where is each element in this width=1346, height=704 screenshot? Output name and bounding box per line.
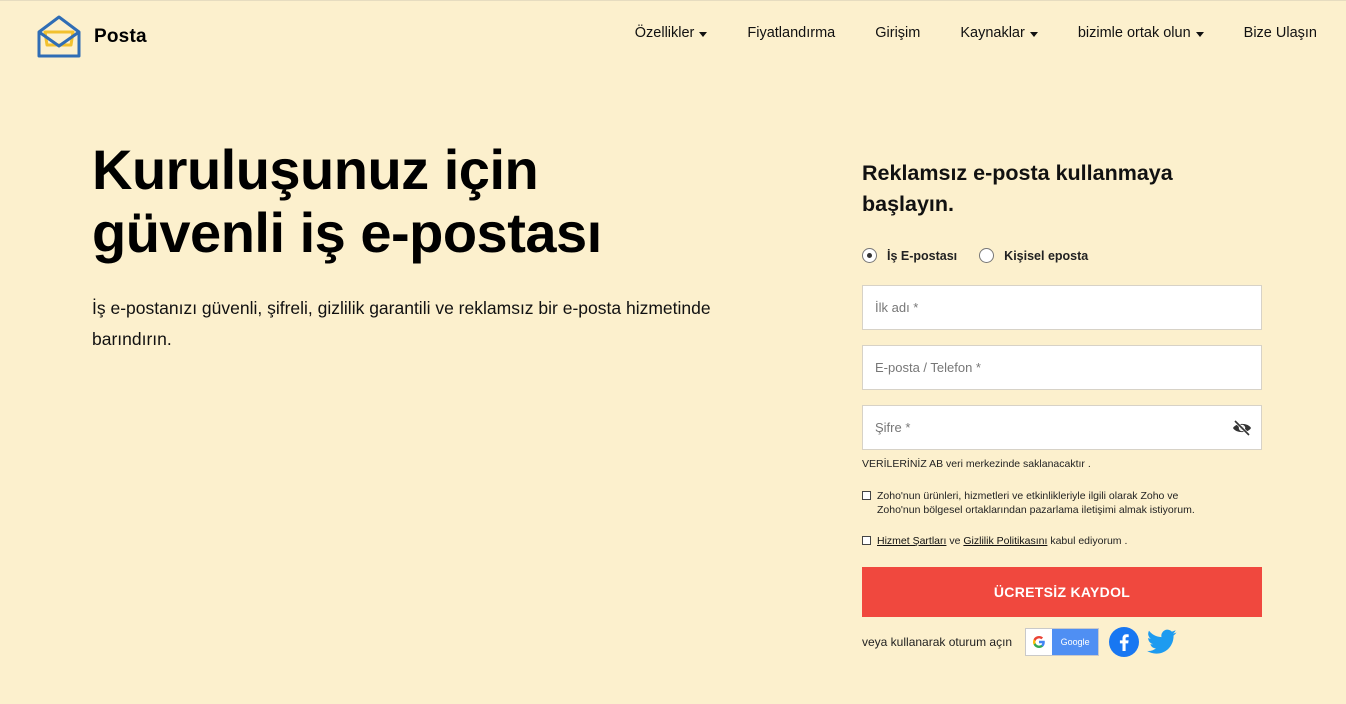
nav-item-label: Fiyatlandırma [747, 25, 836, 41]
radio-business-label: İş E-postası [887, 248, 958, 263]
hero-subtitle: İş e-postanızı güvenli, şifreli, gizlili… [92, 298, 711, 349]
signup-button[interactable]: ÜCRETSİZ KAYDOL [862, 567, 1262, 617]
nav-item-enterprise[interactable]: Girişim [875, 25, 920, 41]
nav-item-label: bizimle ortak olun [1077, 25, 1191, 41]
nav-item-label: Kaynaklar [960, 25, 1025, 41]
terms-checkbox[interactable] [862, 536, 871, 545]
nav-item-label: Özellikler [634, 25, 695, 41]
marketing-consent-checkbox[interactable] [862, 491, 871, 500]
account-type-radio-group: İş E-postası Kişisel eposta [862, 248, 1088, 263]
caret-down-icon [1029, 31, 1038, 37]
eye-slash-icon[interactable] [1231, 419, 1253, 437]
top-border [0, 0, 1346, 1]
google-label: Google [1052, 629, 1099, 655]
radio-personal-email[interactable]: Kişisel eposta [979, 248, 1088, 263]
marketing-consent-text: Zoho'nun ürünleri, hizmetleri ve etkinli… [877, 489, 1195, 517]
hero-title-line2: güvenli iş e-postası [92, 201, 602, 264]
data-location-note: VERİLERİNİZ AB veri merkezinde saklanaca… [862, 458, 1091, 470]
caret-down-icon [1195, 31, 1204, 37]
first-name-field [862, 285, 1262, 330]
nav-item-label: Girişim [875, 25, 921, 41]
hero-title: Kuruluşunuz için güvenli iş e-postası [92, 138, 732, 264]
nav-item-resources[interactable]: Kaynaklar [960, 25, 1038, 41]
brand-name: Posta [94, 26, 147, 47]
terms-and-text: ve [946, 535, 964, 547]
twitter-bird-icon[interactable] [1147, 629, 1177, 655]
password-input[interactable] [863, 406, 1261, 449]
main-nav: Özellikler Fiyatlandırma Girişim Kaynakl… [635, 25, 1317, 41]
terms-of-service-link[interactable]: Hizmet Şartları [877, 535, 946, 547]
nav-item-features[interactable]: Özellikler [635, 25, 708, 41]
caret-down-icon [699, 31, 708, 37]
privacy-policy-link[interactable]: Gizlilik Politikasını [963, 535, 1047, 547]
brand-logo[interactable]: Posta [36, 14, 147, 60]
marketing-consent-line2: Zoho'nun bölgesel ortaklarından pazarlam… [877, 504, 1195, 516]
nav-item-partner[interactable]: bizimle ortak olun [1078, 25, 1204, 41]
terms-suffix-text: kabul ediyorum . [1047, 535, 1128, 547]
marketing-consent-row: Zoho'nun ürünleri, hizmetleri ve etkinli… [862, 489, 1195, 517]
terms-consent-row: Hizmet Şartları ve Gizlilik Politikasını… [862, 534, 1127, 548]
social-signin-row: veya kullanarak oturum açın Google [862, 626, 1177, 658]
nav-item-contact[interactable]: Bize Ulaşın [1244, 25, 1317, 41]
email-phone-field [862, 345, 1262, 390]
nav-item-label: Bize Ulaşın [1243, 25, 1317, 41]
radio-button-checked[interactable] [862, 248, 877, 263]
email-phone-input[interactable] [863, 346, 1261, 389]
marketing-consent-line1: Zoho'nun ürünleri, hizmetleri ve etkinli… [877, 490, 1179, 502]
radio-dot [867, 253, 872, 258]
hero-title-line1: Kuruluşunuz için [92, 138, 539, 201]
nav-item-pricing[interactable]: Fiyatlandırma [747, 25, 835, 41]
google-g-icon [1026, 629, 1052, 655]
facebook-icon[interactable] [1109, 627, 1140, 657]
form-title: Reklamsız e-posta kullanmaya başlayın. [862, 161, 1173, 216]
social-signin-label: veya kullanarak oturum açın [862, 635, 1013, 649]
password-field [862, 405, 1262, 450]
radio-personal-label: Kişisel eposta [1004, 248, 1089, 263]
terms-text: Hizmet Şartları ve Gizlilik Politikasını… [877, 534, 1127, 548]
open-envelope-icon [37, 15, 81, 58]
google-signin-button[interactable]: Google [1025, 628, 1100, 656]
first-name-input[interactable] [863, 286, 1261, 329]
radio-business-email[interactable]: İş E-postası [862, 248, 957, 263]
radio-button[interactable] [979, 248, 995, 263]
